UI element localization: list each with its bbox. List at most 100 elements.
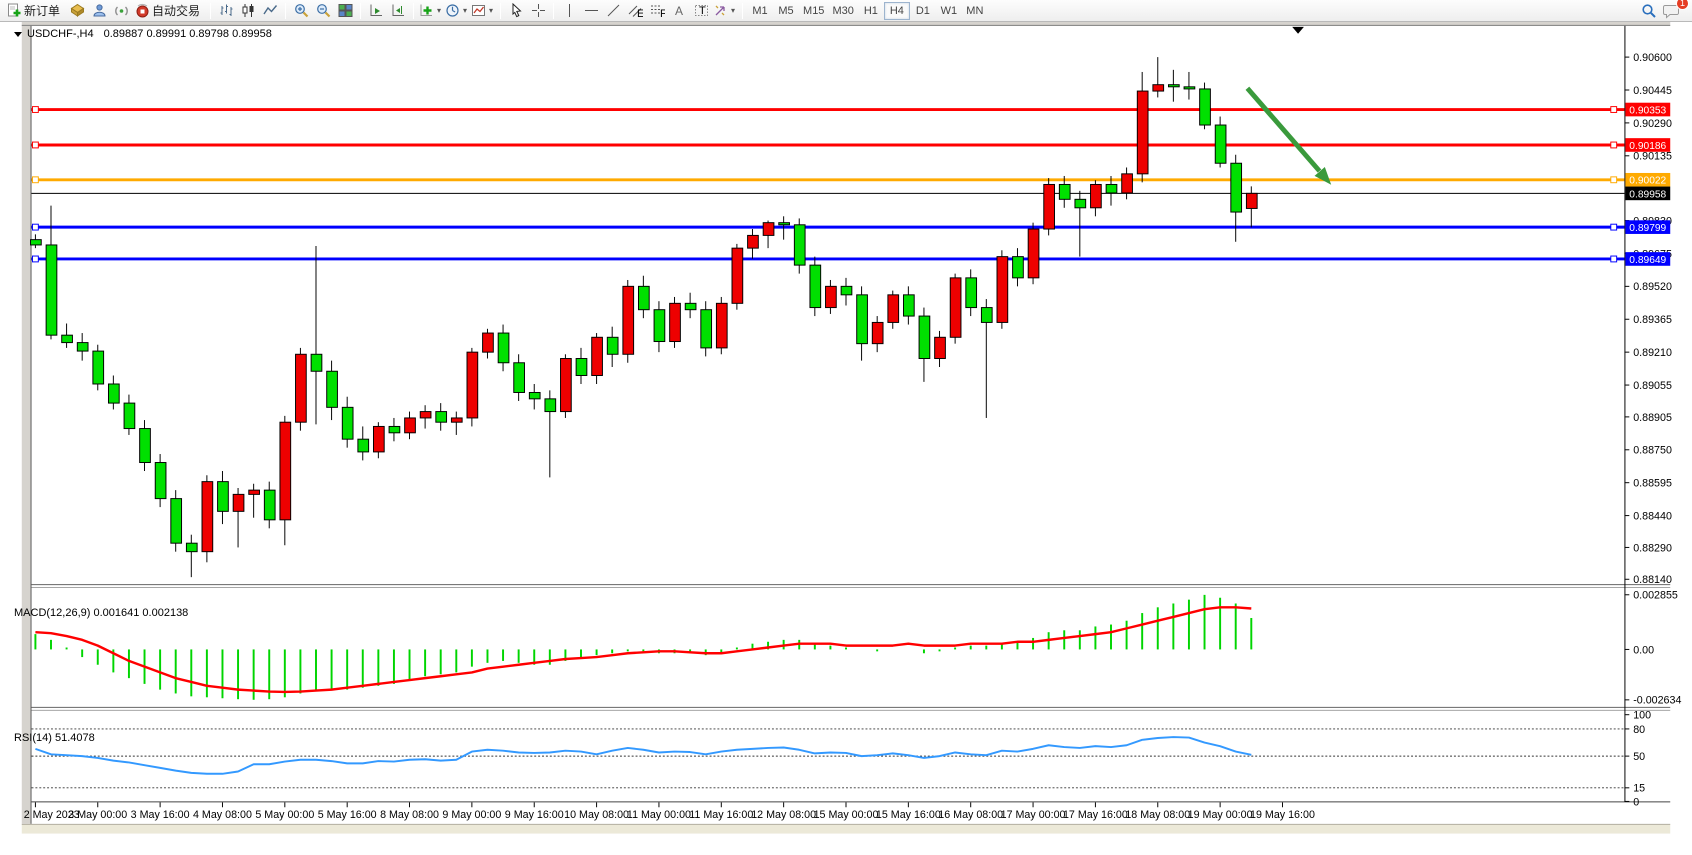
svg-text:10 May 08:00: 10 May 08:00 — [564, 809, 629, 821]
line-anchor[interactable] — [32, 142, 38, 148]
line-chart-icon — [263, 3, 278, 18]
line-anchor[interactable] — [32, 224, 38, 230]
auto-scroll-icon — [369, 3, 384, 18]
svg-text:T: T — [699, 5, 706, 17]
chart-symbol-period: USDCHF-,H4 — [27, 28, 94, 40]
signals-button[interactable] — [110, 1, 132, 21]
search-button[interactable] — [1638, 1, 1660, 21]
svg-text:-0.002634: -0.002634 — [1633, 695, 1681, 707]
svg-text:100: 100 — [1633, 710, 1651, 722]
price-lines — [32, 110, 1625, 259]
periods-button[interactable]: ▾ — [444, 1, 470, 21]
line-anchor[interactable] — [32, 107, 38, 113]
hline-tool-button[interactable] — [580, 1, 602, 21]
trendline-icon — [606, 3, 621, 18]
auto-scroll-button[interactable] — [365, 1, 387, 21]
time-axis[interactable]: 2 May 20233 May 00:003 May 16:004 May 08… — [24, 802, 1315, 821]
gold-cube-icon — [70, 3, 85, 18]
trendline-tool-button[interactable] — [602, 1, 624, 21]
price-axis[interactable]: 0.906000.904450.902900.901350.898300.896… — [1624, 52, 1681, 808]
community-button[interactable] — [88, 1, 110, 21]
arrows-tool-button[interactable]: ▾ — [712, 1, 738, 21]
tf-w1-button[interactable]: W1 — [936, 2, 962, 20]
line-anchor[interactable] — [1611, 256, 1617, 262]
chart-candles-button[interactable] — [237, 1, 259, 21]
indicators-plus-icon — [419, 3, 434, 18]
dropdown-caret-icon: ▾ — [435, 6, 443, 15]
text-tool-button[interactable]: A — [668, 1, 690, 21]
svg-text:16 May 08:00: 16 May 08:00 — [938, 809, 1003, 821]
svg-text:E: E — [637, 8, 643, 18]
toolbar-separator — [553, 3, 554, 19]
channel-icon: E — [628, 3, 643, 18]
svg-text:0.90186: 0.90186 — [1629, 141, 1666, 152]
svg-text:0.89649: 0.89649 — [1629, 255, 1666, 266]
crosshair-tool-button[interactable] — [527, 1, 549, 21]
fibonacci-tool-button[interactable]: F — [646, 1, 668, 21]
clock-icon — [445, 3, 460, 18]
autotrading-button[interactable]: 自动交易 — [132, 1, 206, 21]
styler-button[interactable] — [66, 1, 88, 21]
svg-text:15: 15 — [1633, 783, 1645, 795]
symbol-dropdown-icon[interactable] — [14, 32, 22, 37]
line-anchor[interactable] — [32, 177, 38, 183]
templates-button[interactable]: ▾ — [470, 1, 496, 21]
svg-text:80: 80 — [1633, 724, 1645, 736]
svg-text:12 May 08:00: 12 May 08:00 — [751, 809, 816, 821]
chart-canvas[interactable]: 0.906000.904450.902900.901350.898300.896… — [0, 22, 1692, 855]
svg-text:50: 50 — [1633, 751, 1645, 763]
line-anchor[interactable] — [32, 256, 38, 262]
new-order-button[interactable]: 新订单 — [4, 1, 66, 21]
candles-layer[interactable] — [31, 57, 1258, 577]
svg-text:18 May 08:00: 18 May 08:00 — [1125, 809, 1190, 821]
svg-text:5 May 16:00: 5 May 16:00 — [318, 809, 377, 821]
indicators-button[interactable]: ▾ — [418, 1, 444, 21]
svg-text:0.88140: 0.88140 — [1633, 574, 1672, 586]
tf-mn-button[interactable]: MN — [962, 2, 988, 20]
tf-m30-button[interactable]: M30 — [828, 2, 857, 20]
svg-text:9 May 00:00: 9 May 00:00 — [442, 809, 501, 821]
svg-text:4 May 08:00: 4 May 08:00 — [193, 809, 252, 821]
macd-layer — [35, 595, 1251, 700]
tf-h1-button[interactable]: H1 — [858, 2, 884, 20]
chart-ohlc-values: 0.89887 0.89991 0.89798 0.89958 — [104, 28, 272, 40]
svg-text:0.88290: 0.88290 — [1633, 542, 1672, 554]
new-order-icon — [7, 3, 22, 18]
tf-d1-button[interactable]: D1 — [910, 2, 936, 20]
svg-text:0.90353: 0.90353 — [1629, 105, 1666, 116]
tf-m5-button[interactable]: M5 — [773, 2, 799, 20]
zoom-in-button[interactable] — [290, 1, 312, 21]
svg-text:17 May 16:00: 17 May 16:00 — [1063, 809, 1128, 821]
tf-m15-button[interactable]: M15 — [799, 2, 828, 20]
cursor-icon — [509, 3, 524, 18]
svg-text:0.89210: 0.89210 — [1633, 347, 1672, 359]
chart-shift-button[interactable] — [387, 1, 409, 21]
signal-icon — [114, 3, 129, 18]
vline-tool-button[interactable] — [558, 1, 580, 21]
down-arrow-annotation[interactable] — [1247, 88, 1331, 184]
autotrading-label: 自动交易 — [152, 2, 200, 19]
svg-text:0.90290: 0.90290 — [1633, 118, 1672, 130]
line-anchor[interactable] — [1611, 224, 1617, 230]
chart-window[interactable]: 0.906000.904450.902900.901350.898300.896… — [0, 22, 1692, 855]
svg-text:0.89958: 0.89958 — [1629, 189, 1666, 200]
line-anchor[interactable] — [1611, 177, 1617, 183]
chart-line-button[interactable] — [259, 1, 281, 21]
tf-h4-button[interactable]: H4 — [884, 2, 910, 20]
line-anchor[interactable] — [1611, 142, 1617, 148]
cursor-tool-button[interactable] — [505, 1, 527, 21]
zoom-out-button[interactable] — [312, 1, 334, 21]
notification-badge[interactable]: 1 — [1676, 0, 1689, 10]
channel-tool-button[interactable]: E — [624, 1, 646, 21]
tf-m1-button[interactable]: M1 — [747, 2, 773, 20]
svg-text:11 May 00:00: 11 May 00:00 — [627, 809, 691, 821]
macd-indicator-label: MACD(12,26,9) 0.001641 0.002138 — [14, 607, 188, 619]
label-tool-button[interactable]: T — [690, 1, 712, 21]
tile-windows-button[interactable] — [334, 1, 356, 21]
main-toolbar: 新订单 自动交易 ▾ ▾ ▾ E F A T ▾ M1 M5 M15 M30 H… — [0, 0, 1692, 22]
svg-text:17 May 00:00: 17 May 00:00 — [1001, 809, 1066, 821]
chart-bars-button[interactable] — [215, 1, 237, 21]
arrows-icon — [713, 3, 728, 18]
line-anchor[interactable] — [1611, 107, 1617, 113]
person-icon — [92, 3, 107, 18]
